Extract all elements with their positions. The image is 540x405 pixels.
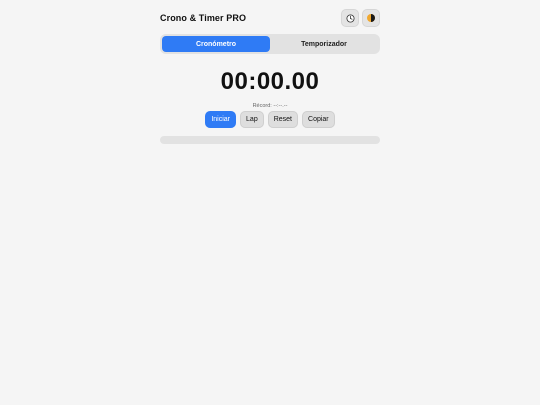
- lap-button[interactable]: Lap: [240, 111, 264, 128]
- mode-tabs: Cronómetro Temporizador: [160, 34, 380, 54]
- start-button[interactable]: Iniciar: [205, 111, 237, 128]
- stopwatch-controls: Iniciar Lap Reset Copiar: [160, 111, 380, 128]
- copy-button[interactable]: Copiar: [302, 111, 335, 128]
- tab-stopwatch[interactable]: Cronómetro: [162, 36, 270, 52]
- record-label: Récord: --:--.--: [252, 103, 288, 109]
- time-display: 00:00.00: [220, 68, 320, 95]
- clock-icon: [345, 13, 355, 23]
- header: Crono & Timer PRO: [160, 8, 380, 28]
- tab-timer[interactable]: Temporizador: [270, 36, 378, 52]
- contrast-icon: [366, 13, 376, 23]
- theme-toggle-button[interactable]: [362, 9, 380, 27]
- laps-list: [160, 136, 380, 144]
- history-button[interactable]: [341, 9, 359, 27]
- reset-button[interactable]: Reset: [267, 111, 299, 128]
- app-title: Crono & Timer PRO: [160, 13, 247, 23]
- main-container: Crono & Timer PRO Cronómetro Temporizado…: [160, 8, 380, 144]
- app-window: Crono & Timer PRO Cronómetro Temporizado…: [0, 0, 540, 405]
- header-actions: [341, 9, 380, 27]
